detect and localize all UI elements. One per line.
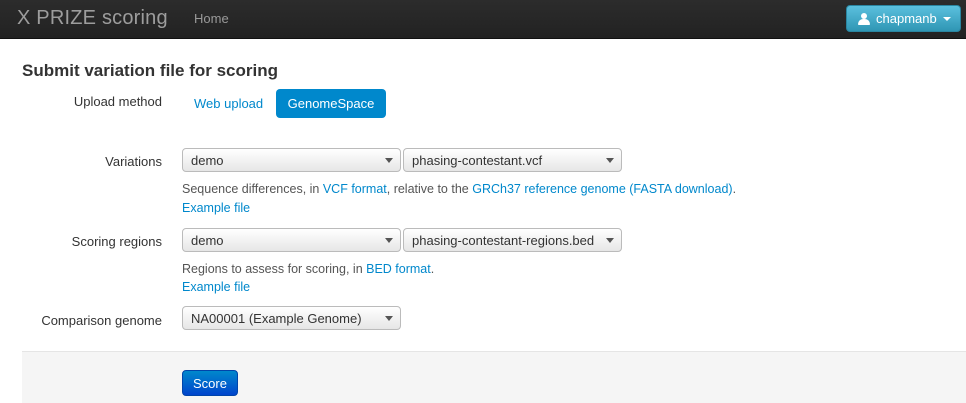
help-text: . — [732, 182, 737, 196]
upload-method-label: Upload method — [73, 94, 162, 109]
variations-label: Variations — [105, 154, 162, 169]
dropdown-arrow-icon — [606, 158, 614, 163]
help-text: , relative to the — [386, 182, 473, 196]
dropdown-arrow-icon — [385, 238, 393, 243]
dropdown-arrow-icon — [606, 238, 614, 243]
regions-help-text: Regions to assess for scoring, in BED fo… — [182, 262, 434, 276]
variations-file-select[interactable]: phasing-contestant.vcf — [403, 148, 622, 172]
app-brand[interactable]: X PRIZE scoring — [17, 7, 168, 30]
vcf-format-link[interactable]: VCF format — [323, 182, 387, 196]
comparison-genome-value: NA00001 (Example Genome) — [191, 310, 362, 326]
variations-help-text: Sequence differences, in VCF format, rel… — [182, 182, 736, 196]
regions-folder-select[interactable]: demo — [182, 228, 401, 252]
chevron-down-icon — [942, 16, 951, 21]
regions-example-link[interactable]: Example file — [182, 280, 250, 294]
tab-web-upload[interactable]: Web upload — [194, 96, 263, 111]
variations-example-link[interactable]: Example file — [182, 201, 250, 215]
tab-genomespace-label: GenomeSpace — [287, 96, 375, 111]
dropdown-arrow-icon — [385, 316, 393, 321]
page-title: Submit variation file for scoring — [22, 61, 278, 80]
tab-genomespace[interactable]: GenomeSpace — [276, 89, 386, 118]
top-navbar: X PRIZE scoring Home chapmanb — [0, 0, 966, 39]
regions-file-value: phasing-contestant-regions.bed — [412, 232, 595, 248]
comparison-genome-select[interactable]: NA00001 (Example Genome) — [182, 306, 401, 330]
grch37-reference-link[interactable]: GRCh37 reference genome — [472, 182, 626, 196]
score-button[interactable]: Score — [182, 370, 238, 396]
variations-folder-value: demo — [191, 152, 224, 168]
user-menu-label: chapmanb — [876, 11, 937, 26]
comparison-genome-label: Comparison genome — [41, 313, 162, 328]
bed-format-link[interactable]: BED format — [366, 262, 431, 276]
nav-home-link[interactable]: Home — [194, 11, 229, 26]
variations-folder-select[interactable]: demo — [182, 148, 401, 172]
user-menu-button[interactable]: chapmanb — [846, 5, 961, 32]
score-button-label: Score — [193, 375, 227, 391]
user-icon — [858, 12, 870, 25]
help-text: . — [430, 262, 435, 276]
dropdown-arrow-icon — [385, 158, 393, 163]
regions-file-select[interactable]: phasing-contestant-regions.bed — [403, 228, 622, 252]
help-text: Regions to assess for scoring, in — [182, 262, 367, 276]
fasta-download-link[interactable]: (FASTA download) — [629, 182, 732, 196]
help-text: Sequence differences, in — [182, 182, 323, 196]
scoring-regions-label: Scoring regions — [71, 234, 162, 249]
form-actions-bar — [22, 351, 966, 403]
regions-folder-value: demo — [191, 232, 224, 248]
variations-file-value: phasing-contestant.vcf — [412, 152, 543, 168]
